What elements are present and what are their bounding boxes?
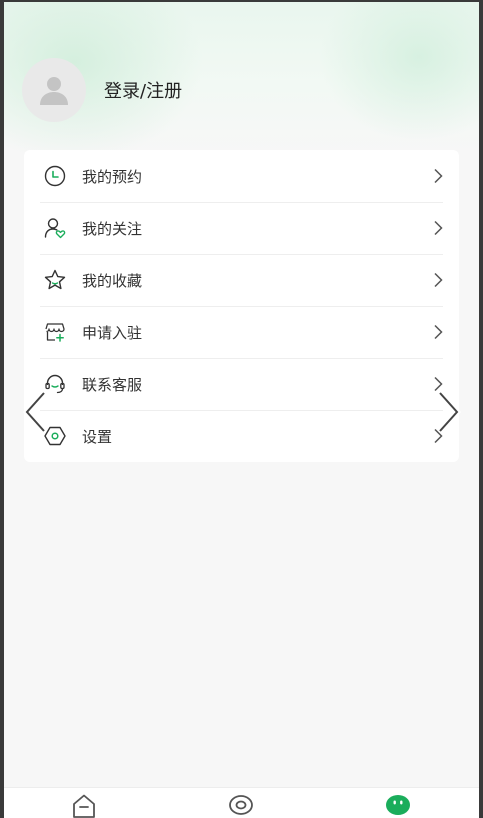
menu-item-label: 设置 xyxy=(82,427,113,446)
chevron-right-icon xyxy=(434,220,443,236)
tab-home[interactable] xyxy=(66,792,102,818)
menu-item-label: 我的关注 xyxy=(82,219,143,238)
screen: 登录/注册 我的预约 我的关注 我的收藏 申请入驻 联系客服 设置 xyxy=(4,2,479,818)
star-icon xyxy=(42,267,68,293)
carousel-prev-arrow-icon[interactable] xyxy=(22,390,50,434)
chevron-right-icon xyxy=(434,272,443,288)
chevron-right-icon xyxy=(434,324,443,340)
bottom-tab-bar xyxy=(4,787,479,818)
tab-mine[interactable] xyxy=(380,792,416,818)
store-plus-icon xyxy=(42,319,68,345)
tab-discover[interactable] xyxy=(223,792,259,818)
home-icon xyxy=(73,794,95,818)
carousel-next-arrow-icon[interactable] xyxy=(434,390,462,434)
avatar[interactable] xyxy=(22,58,86,122)
menu-item-label: 我的预约 xyxy=(82,167,143,186)
chevron-right-icon xyxy=(434,168,443,184)
menu-item-contact-support[interactable]: 联系客服 xyxy=(24,358,459,410)
login-register-link[interactable]: 登录/注册 xyxy=(104,77,182,103)
menu-item-label: 申请入驻 xyxy=(82,323,143,342)
user-heart-icon xyxy=(42,215,68,241)
menu-item-apply-to-join[interactable]: 申请入驻 xyxy=(24,306,459,358)
menu-item-label: 联系客服 xyxy=(82,375,143,394)
menu-item-my-appointments[interactable]: 我的预约 xyxy=(24,150,459,202)
mine-face-icon xyxy=(386,795,410,815)
menu-item-my-follows[interactable]: 我的关注 xyxy=(24,202,459,254)
menu-item-my-favorites[interactable]: 我的收藏 xyxy=(24,254,459,306)
user-silhouette-icon xyxy=(40,77,68,105)
menu-card: 我的预约 我的关注 我的收藏 申请入驻 联系客服 设置 xyxy=(24,150,459,462)
menu-item-settings[interactable]: 设置 xyxy=(24,410,459,462)
clock-icon xyxy=(42,163,68,189)
header-decor-blob-right xyxy=(319,2,479,142)
menu-item-label: 我的收藏 xyxy=(82,271,143,290)
profile-section[interactable]: 登录/注册 xyxy=(22,58,182,122)
eye-icon xyxy=(229,795,253,815)
